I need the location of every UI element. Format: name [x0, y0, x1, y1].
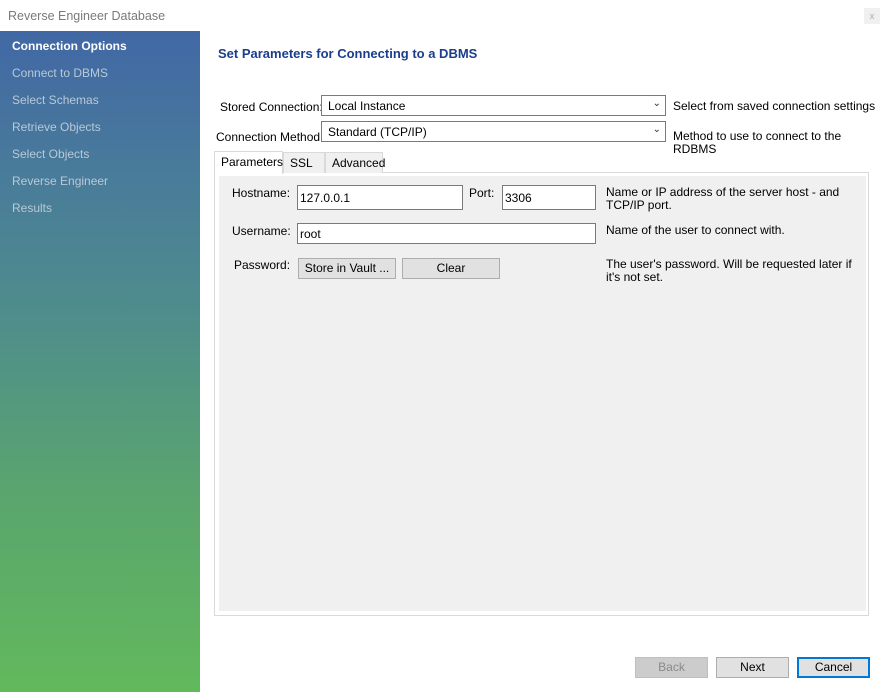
page-title: Set Parameters for Connecting to a DBMS	[218, 46, 478, 61]
wizard-steps-sidebar: Connection Options Connect to DBMS Selec…	[0, 31, 200, 692]
port-input[interactable]: 3306	[502, 185, 596, 210]
stored-connection-select[interactable]: Local Instance ⌄	[321, 95, 666, 116]
stored-connection-label: Stored Connection:	[220, 100, 323, 114]
password-desc: The user's password. Will be requested l…	[606, 257, 852, 284]
window-title: Reverse Engineer Database	[8, 9, 166, 23]
password-label: Password:	[234, 258, 291, 272]
step-results: Results	[12, 201, 53, 215]
hostname-input[interactable]: 127.0.0.1	[297, 185, 463, 210]
stored-connection-desc: Select from saved connection settings	[673, 99, 876, 113]
close-icon[interactable]: x	[864, 8, 880, 24]
connection-method-label: Connection Method:	[216, 130, 324, 144]
hostname-desc: Name or IP address of the server host - …	[606, 185, 840, 212]
store-in-vault-button[interactable]: Store in Vault ...	[298, 258, 396, 279]
connection-method-value: Standard (TCP/IP)	[328, 125, 427, 139]
tab-parameters[interactable]: Parameters	[214, 151, 283, 174]
back-button[interactable]: Back	[635, 657, 708, 678]
connection-method-desc: Method to use to connect to the RDBMS	[673, 129, 842, 156]
tab-ssl[interactable]: SSL	[283, 152, 325, 173]
step-select-schemas: Select Schemas	[12, 93, 99, 107]
port-label: Port:	[469, 186, 495, 200]
step-connect-to-dbms: Connect to DBMS	[12, 66, 109, 80]
clear-password-button[interactable]: Clear	[402, 258, 500, 279]
stored-connection-value: Local Instance	[328, 99, 406, 113]
step-retrieve-objects: Retrieve Objects	[12, 120, 101, 134]
step-reverse-engineer: Reverse Engineer	[12, 174, 109, 188]
username-input[interactable]: root	[297, 223, 596, 244]
tab-advanced[interactable]: Advanced	[325, 152, 385, 173]
step-connection-options: Connection Options	[12, 39, 127, 53]
chevron-down-icon: ⌄	[652, 124, 661, 135]
username-label: Username:	[232, 224, 291, 238]
title-bar: Reverse Engineer Database x	[0, 0, 884, 31]
next-button[interactable]: Next	[716, 657, 789, 678]
username-desc: Name of the user to connect with.	[606, 223, 785, 237]
step-select-objects: Select Objects	[12, 147, 90, 161]
connection-method-select[interactable]: Standard (TCP/IP) ⌄	[321, 121, 666, 142]
chevron-down-icon: ⌄	[652, 98, 661, 109]
cancel-button[interactable]: Cancel	[797, 657, 870, 678]
hostname-label: Hostname:	[232, 186, 291, 200]
